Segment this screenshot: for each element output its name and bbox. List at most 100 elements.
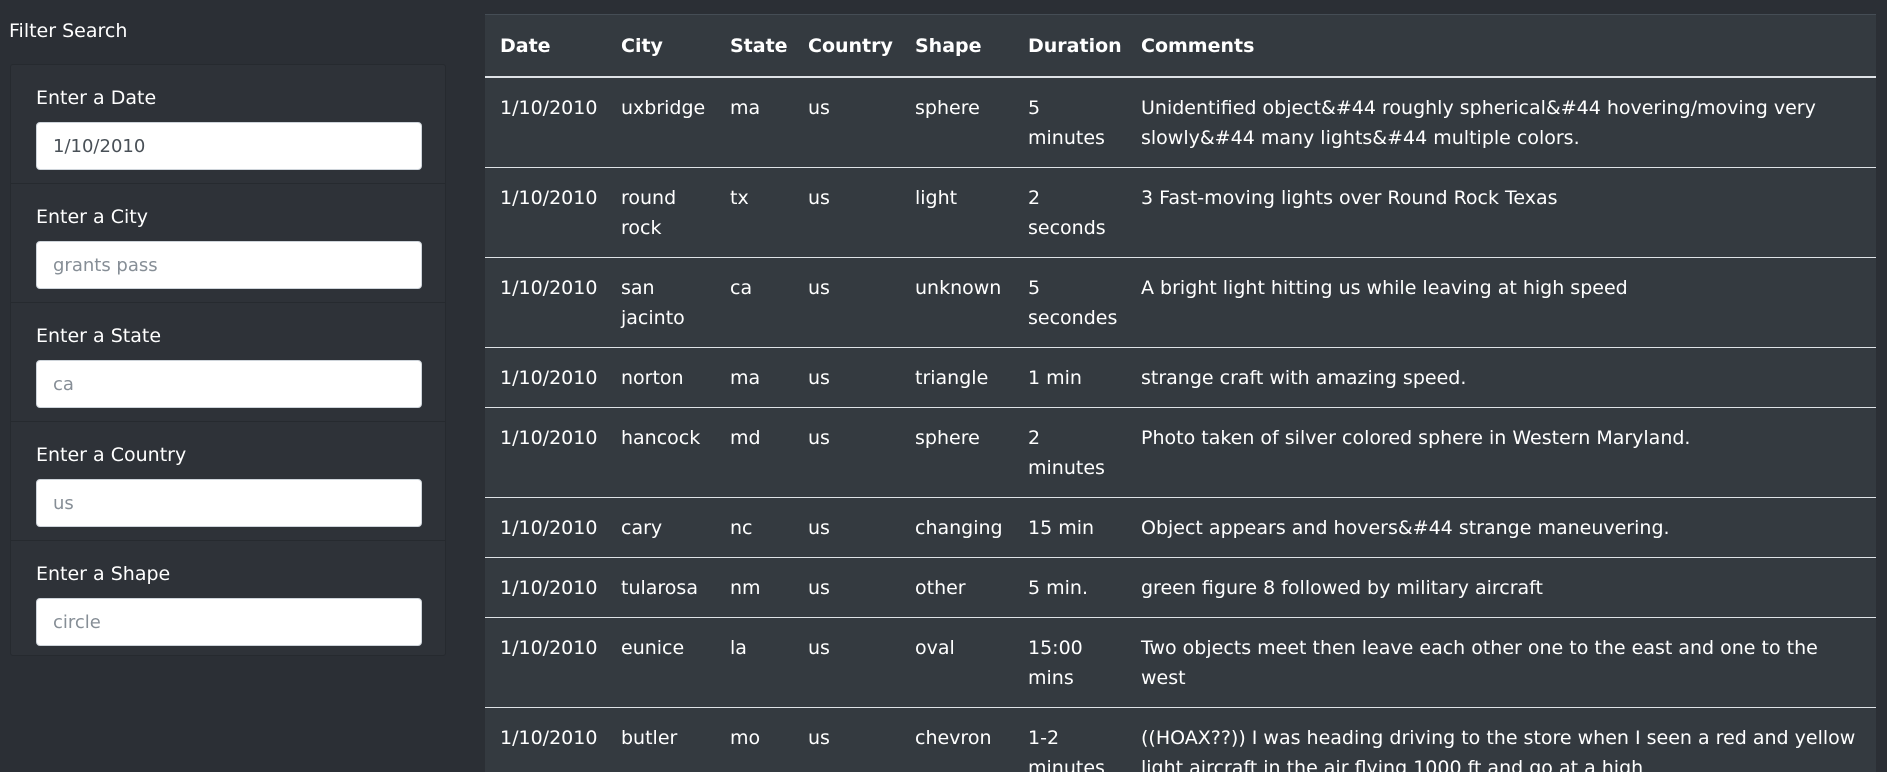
column-header-date: Date — [485, 15, 606, 78]
country-filter-input[interactable] — [36, 479, 422, 527]
state-filter-label: Enter a State — [36, 325, 162, 347]
cell-duration: 5 minutes — [1013, 77, 1126, 168]
table-header-row: Date City State Country Shape Duration C… — [485, 15, 1876, 78]
cell-date: 1/10/2010 — [485, 257, 606, 348]
cell-state: nm — [715, 557, 793, 618]
filter-group-shape: Enter a Shape — [11, 541, 445, 655]
table-row: 1/10/2010 butler mo us chevron 1-2 minutes ((H… — [485, 707, 1876, 772]
column-header-country: Country — [793, 15, 900, 78]
filter-sidebar: Filter Search Enter a Date Enter a City … — [0, 0, 448, 772]
cell-comments: strange craft with amazing speed. — [1126, 347, 1876, 408]
filter-group-country: Enter a Country — [11, 422, 445, 541]
cell-country: us — [793, 407, 900, 498]
cell-duration: 15 min — [1013, 497, 1126, 558]
cell-comments: Two objects meet then leave each other o… — [1126, 617, 1876, 708]
date-filter-input[interactable] — [36, 122, 422, 170]
cell-state: ca — [715, 257, 793, 348]
table-row: 1/10/2010 tularosa nm us other 5 min. green fi… — [485, 557, 1876, 618]
cell-country: us — [793, 347, 900, 408]
cell-state: md — [715, 407, 793, 498]
cell-duration: 1 min — [1013, 347, 1126, 408]
cell-city: uxbridge — [606, 77, 715, 168]
table-row: 1/10/2010 round rock tx us light 2 seconds 3 F… — [485, 167, 1876, 258]
cell-date: 1/10/2010 — [485, 407, 606, 498]
cell-shape: sphere — [900, 407, 1013, 498]
cell-date: 1/10/2010 — [485, 77, 606, 168]
cell-comments: Object appears and hovers&#44 strange ma… — [1126, 497, 1876, 558]
cell-shape: changing — [900, 497, 1013, 558]
table-row: 1/10/2010 uxbridge ma us sphere 5 minutes Unid… — [485, 77, 1876, 168]
cell-shape: unknown — [900, 257, 1013, 348]
table-row: 1/10/2010 san jacinto ca us unknown 5 seconde… — [485, 257, 1876, 348]
cell-duration: 2 minutes — [1013, 407, 1126, 498]
state-filter-input[interactable] — [36, 360, 422, 408]
filter-search-title: Filter Search — [9, 20, 128, 42]
cell-city: san jacinto — [606, 257, 715, 348]
cell-comments: ((HOAX??)) I was heading driving to the … — [1126, 707, 1876, 772]
cell-duration: 2 seconds — [1013, 167, 1126, 258]
cell-state: tx — [715, 167, 793, 258]
cell-duration: 5 secondes — [1013, 257, 1126, 348]
cell-city: round rock — [606, 167, 715, 258]
ufo-sightings-table-container[interactable]: Date City State Country Shape Duration C… — [485, 14, 1876, 772]
cell-duration: 1-2 minutes — [1013, 707, 1126, 772]
cell-city: butler — [606, 707, 715, 772]
cell-city: norton — [606, 347, 715, 408]
cell-comments: A bright light hitting us while leaving … — [1126, 257, 1876, 348]
column-header-duration: Duration — [1013, 15, 1126, 78]
cell-duration: 15:00 mins — [1013, 617, 1126, 708]
cell-comments: Unidentified object&#44 roughly spherica… — [1126, 77, 1876, 168]
filter-list: Enter a Date Enter a City Enter a State … — [10, 64, 446, 656]
column-header-city: City — [606, 15, 715, 78]
cell-date: 1/10/2010 — [485, 497, 606, 558]
cell-country: us — [793, 707, 900, 772]
cell-comments: 3 Fast-moving lights over Round Rock Tex… — [1126, 167, 1876, 258]
table-body: 1/10/2010 uxbridge ma us sphere 5 minutes Unid… — [485, 77, 1876, 772]
city-filter-input[interactable] — [36, 241, 422, 289]
cell-city: cary — [606, 497, 715, 558]
cell-shape: light — [900, 167, 1013, 258]
cell-shape: sphere — [900, 77, 1013, 168]
column-header-comments: Comments — [1126, 15, 1876, 78]
cell-date: 1/10/2010 — [485, 347, 606, 408]
cell-state: la — [715, 617, 793, 708]
cell-state: ma — [715, 347, 793, 408]
cell-city: tularosa — [606, 557, 715, 618]
filter-group-date: Enter a Date — [11, 65, 445, 184]
country-filter-label: Enter a Country — [36, 444, 187, 466]
cell-comments: green figure 8 followed by military airc… — [1126, 557, 1876, 618]
table-row: 1/10/2010 hancock md us sphere 2 minutes Photo… — [485, 407, 1876, 498]
cell-state: ma — [715, 77, 793, 168]
cell-shape: oval — [900, 617, 1013, 708]
cell-date: 1/10/2010 — [485, 617, 606, 708]
cell-state: mo — [715, 707, 793, 772]
ufo-sightings-table: Date City State Country Shape Duration C… — [485, 15, 1876, 772]
cell-date: 1/10/2010 — [485, 167, 606, 258]
filter-group-state: Enter a State — [11, 303, 445, 422]
cell-shape: chevron — [900, 707, 1013, 772]
cell-shape: other — [900, 557, 1013, 618]
cell-country: us — [793, 77, 900, 168]
cell-shape: triangle — [900, 347, 1013, 408]
cell-country: us — [793, 557, 900, 618]
cell-date: 1/10/2010 — [485, 557, 606, 618]
table-row: 1/10/2010 norton ma us triangle 1 min strange … — [485, 347, 1876, 408]
cell-date: 1/10/2010 — [485, 707, 606, 772]
column-header-shape: Shape — [900, 15, 1013, 78]
cell-country: us — [793, 167, 900, 258]
shape-filter-label: Enter a Shape — [36, 563, 171, 585]
cell-comments: Photo taken of silver colored sphere in … — [1126, 407, 1876, 498]
cell-country: us — [793, 257, 900, 348]
filter-group-city: Enter a City — [11, 184, 445, 303]
column-header-state: State — [715, 15, 793, 78]
table-row: 1/10/2010 eunice la us oval 15:00 mins Two obj… — [485, 617, 1876, 708]
cell-duration: 5 min. — [1013, 557, 1126, 618]
cell-country: us — [793, 617, 900, 708]
shape-filter-input[interactable] — [36, 598, 422, 646]
cell-country: us — [793, 497, 900, 558]
cell-state: nc — [715, 497, 793, 558]
date-filter-label: Enter a Date — [36, 87, 157, 109]
cell-city: eunice — [606, 617, 715, 708]
table-row: 1/10/2010 cary nc us changing 15 min Object ap… — [485, 497, 1876, 558]
cell-city: hancock — [606, 407, 715, 498]
